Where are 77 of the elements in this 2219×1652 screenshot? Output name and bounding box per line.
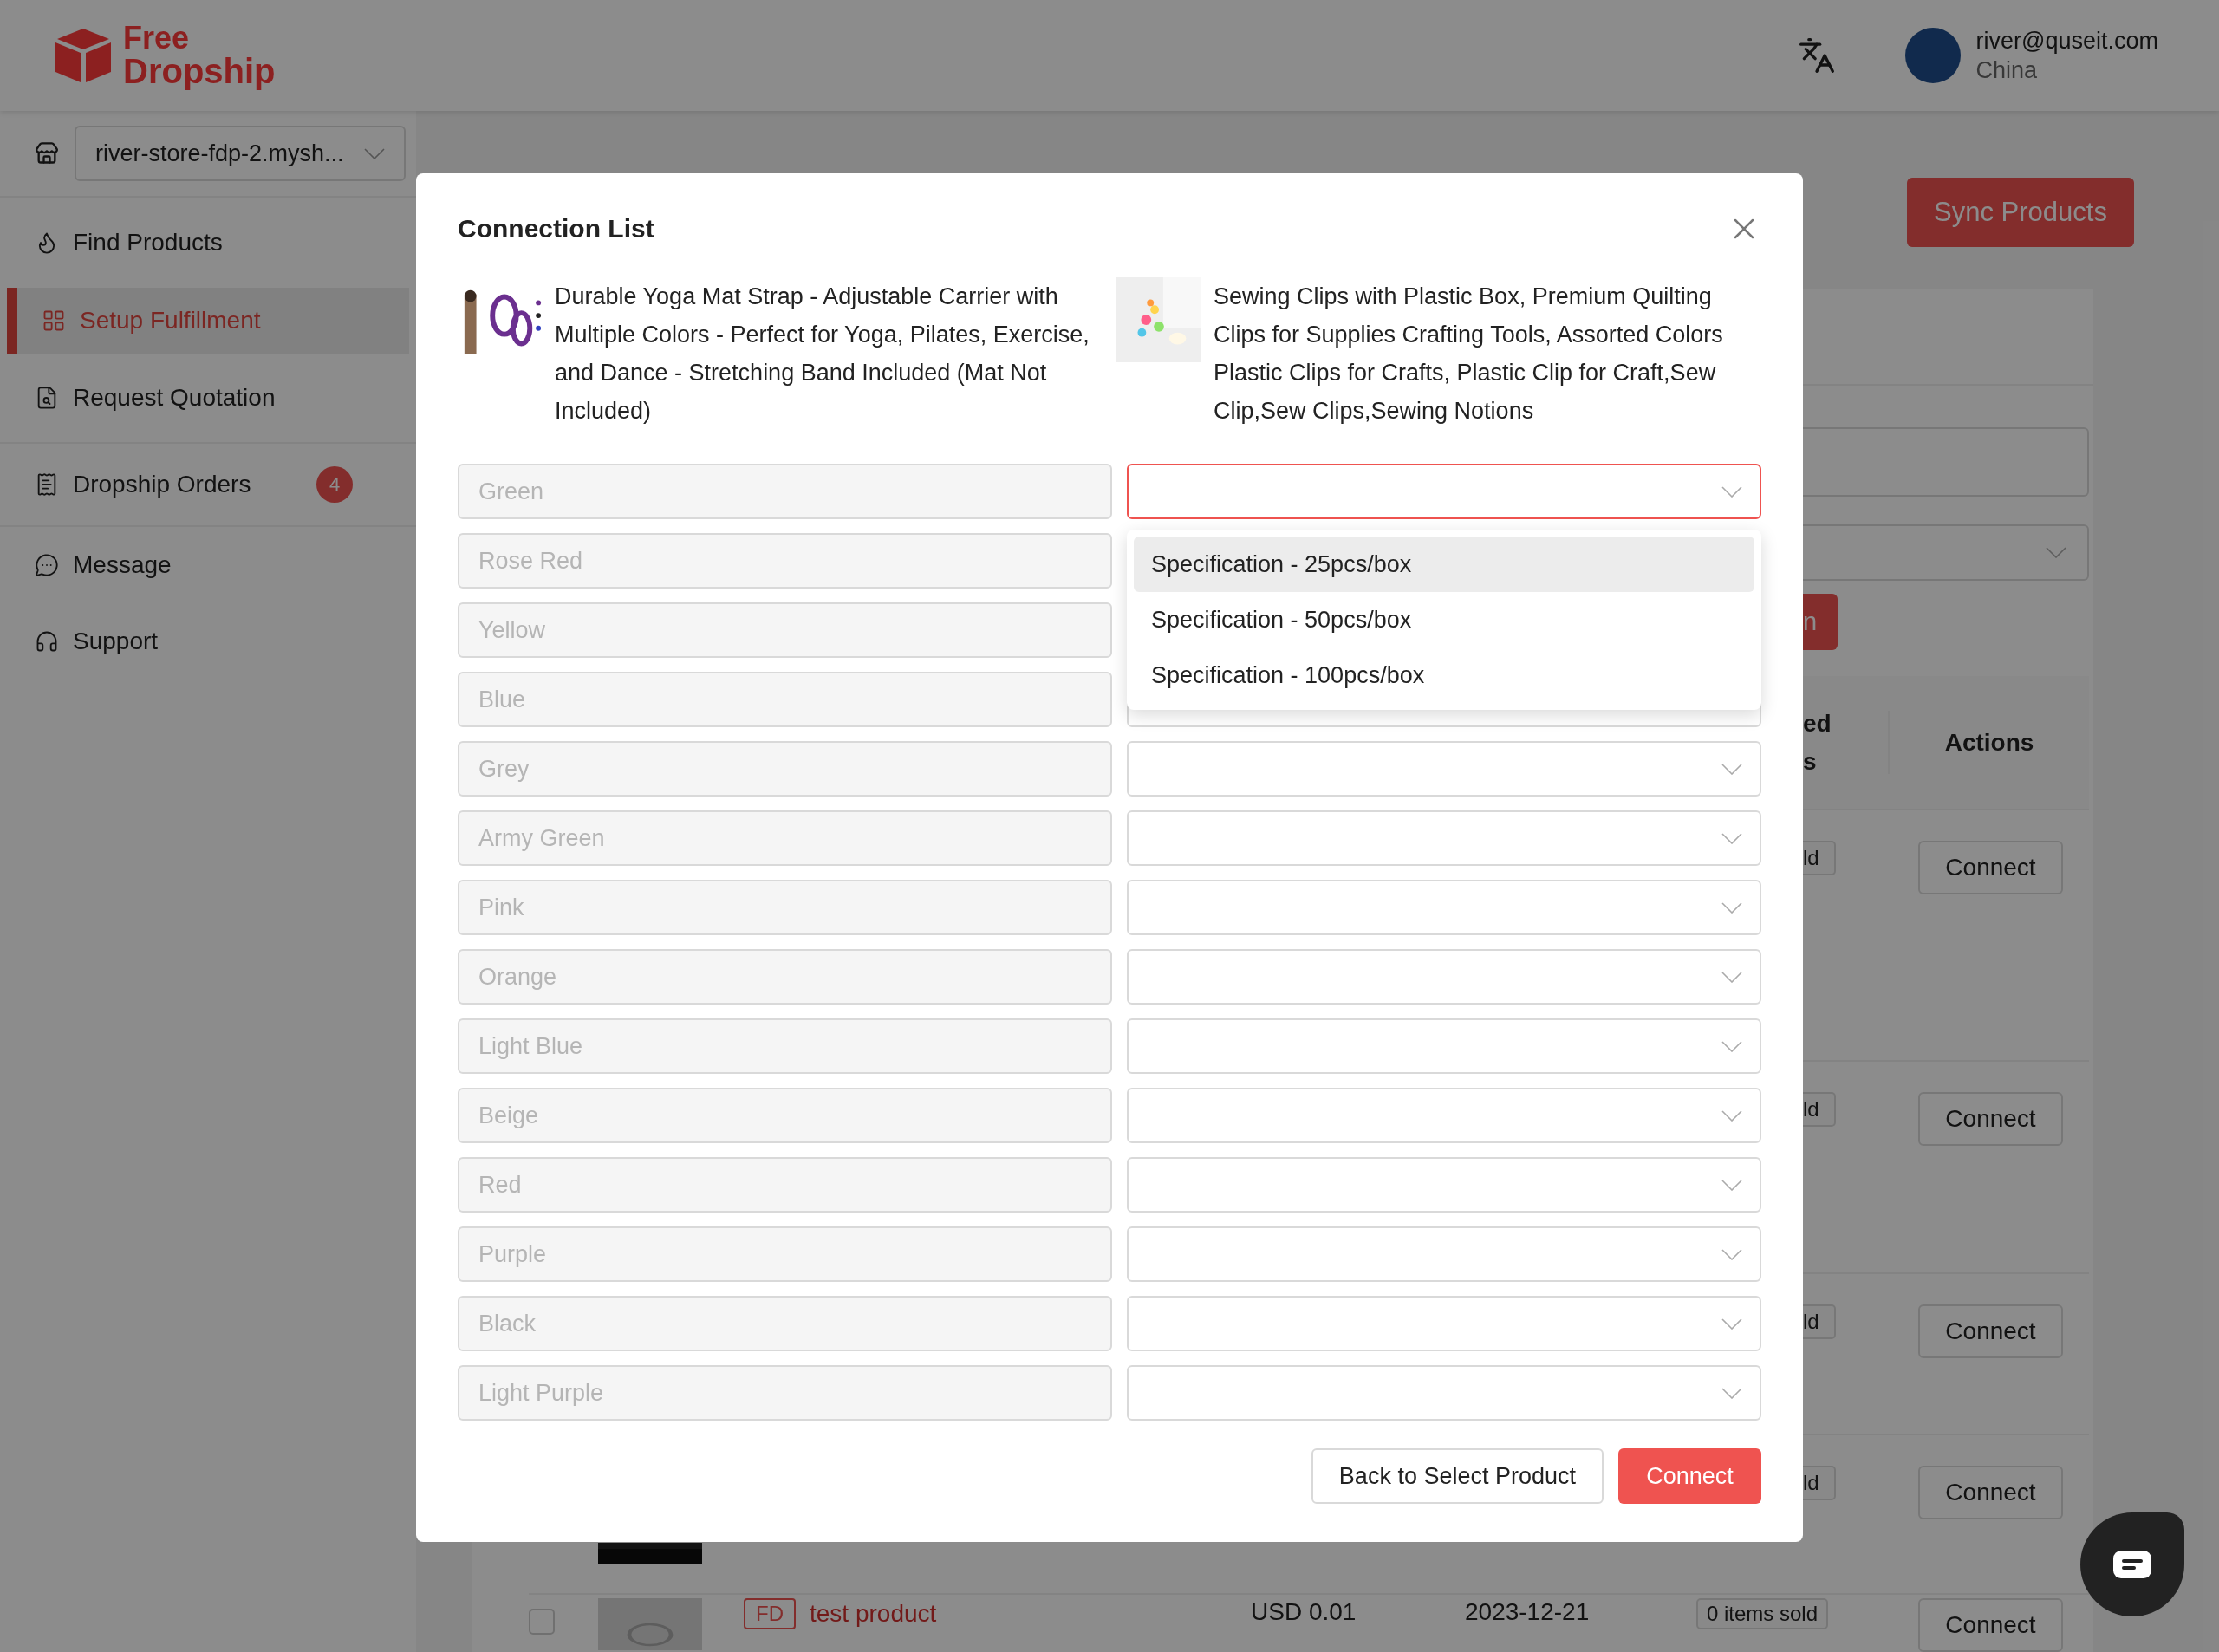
connect-button[interactable]: Connect: [1918, 1466, 2063, 1519]
chevron-down-icon: [1721, 485, 1742, 498]
sidebar-item-label: Dropship Orders: [73, 471, 251, 498]
chevron-down-icon: [1721, 1040, 1742, 1052]
sold-badge: ld: [1803, 1466, 1836, 1500]
variant-field: Yellow: [458, 602, 1112, 658]
price-cell-text: USD 0.01: [1251, 1598, 1357, 1626]
column-header: ed: [1803, 708, 1832, 738]
sidebar-item-label: Support: [73, 628, 159, 655]
logo-text: Dropship: [123, 54, 276, 88]
chevron-down-icon: [1721, 832, 1742, 844]
variant-select[interactable]: [1127, 464, 1761, 519]
column-header: Actions: [1943, 727, 2035, 758]
variant-field: Light Purple: [458, 1365, 1112, 1421]
grid-icon: [42, 309, 66, 333]
filter-select[interactable]: [1803, 524, 2089, 581]
variant-field: Army Green: [458, 810, 1112, 866]
date-cell-text: 2023-12-21: [1465, 1598, 1591, 1626]
connect-button[interactable]: Connect: [1918, 1598, 2063, 1652]
chevron-down-icon: [1721, 901, 1742, 914]
sidebar-item-label: Message: [73, 551, 172, 579]
store-select[interactable]: river-store-fdp-2.mysh...: [75, 126, 406, 181]
variant-field: Black: [458, 1296, 1112, 1351]
variant-field: Green: [458, 464, 1112, 519]
connect-button[interactable]: Connect: [1618, 1448, 1761, 1504]
count-badge: 4: [316, 466, 353, 503]
variant-field: Pink: [458, 880, 1112, 935]
logo-text: Free: [123, 23, 191, 54]
chevron-down-icon: [1721, 1109, 1742, 1122]
account-region: China: [1975, 56, 2039, 85]
translate-icon[interactable]: [1797, 36, 1836, 75]
store-icon: [35, 141, 59, 166]
sold-badge: ld: [1803, 1092, 1836, 1127]
headphones-icon: [35, 629, 59, 654]
search-field[interactable]: [1803, 427, 2089, 497]
variant-field: Blue: [458, 672, 1112, 727]
sidebar-item[interactable]: Find Products: [0, 198, 416, 288]
chevron-down-icon: [1721, 1317, 1742, 1330]
back-button[interactable]: Back to Select Product: [1311, 1448, 1604, 1504]
chat-icon: [35, 553, 59, 577]
chevron-down-icon: [364, 147, 385, 159]
variant-field: Grey: [458, 741, 1112, 797]
connect-button[interactable]: Connect: [1918, 841, 2063, 894]
sidebar-item-label: Find Products: [73, 229, 223, 257]
variant-field: Purple: [458, 1226, 1112, 1282]
variant-field: Beige: [458, 1088, 1112, 1143]
source-tag: FD: [744, 1598, 796, 1629]
chevron-down-icon: [1721, 971, 1742, 983]
sidebar-item[interactable]: Dropship Orders 4: [0, 444, 416, 527]
variant-field: Light Blue: [458, 1018, 1112, 1074]
sidebar-item-label: Request Quotation: [73, 384, 276, 412]
dialog-title: Connection List: [458, 214, 654, 244]
account-email: river@quseit.com: [1975, 27, 2158, 55]
column-header: s: [1803, 746, 1818, 777]
variant-field: Red: [458, 1157, 1112, 1213]
sidebar-item[interactable]: Message: [0, 527, 416, 603]
chevron-down-icon: [2046, 547, 2066, 558]
product-title: Durable Yoga Mat Strap - Adjustable Carrier with Multiple Colors - Perfect for Yoga, Pilates, Exercise, and Dance - Stretching Band Included (Mat Not Included): [555, 283, 1090, 426]
connect-button[interactable]: Connect: [1918, 1304, 2063, 1358]
variant-field: Rose Red: [458, 533, 1112, 589]
product-name-link[interactable]: test product: [810, 1600, 937, 1628]
product-title: Sewing Clips with Plastic Box, Premium Quilting Clips for Supplies Crafting Tools, Assorted Colors Plastic Clips for Crafts, Plastic Clip for Craft,Sew Clip,Sew Clips,Sewing Notions: [1214, 283, 1724, 426]
sold-badge: 0 items sold: [1696, 1598, 1829, 1629]
cube-logo-icon: [54, 27, 113, 84]
sold-badge: ld: [1803, 1304, 1836, 1339]
variant-field: Orange: [458, 949, 1112, 1005]
chevron-down-icon: [1721, 1248, 1742, 1260]
chevron-down-icon: [1721, 1179, 1742, 1191]
chevron-down-icon: [1721, 1387, 1742, 1399]
sidebar-item-label: Setup Fulfillment: [80, 307, 261, 335]
chat-icon: [2112, 1549, 2153, 1580]
row-checkbox[interactable]: [529, 1609, 555, 1635]
connect-button[interactable]: Connect: [1918, 1092, 2063, 1146]
sidebar-item[interactable]: Support: [0, 603, 416, 680]
sold-badge: ld: [1803, 841, 1836, 875]
chevron-down-icon: [1721, 763, 1742, 775]
dropdown-option[interactable]: Specification - 25pcs/box: [1134, 537, 1754, 592]
